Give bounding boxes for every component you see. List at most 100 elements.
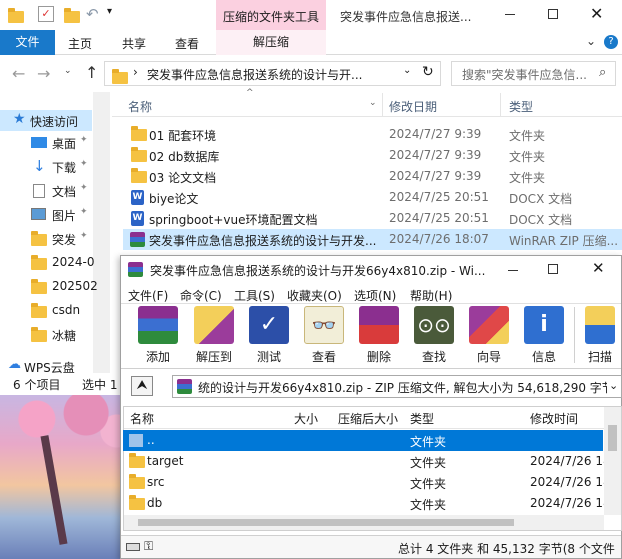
archive-path-field[interactable]: 统的设计与开发66y4x810.zip - ZIP 压缩文件, 解包大小为 54…	[172, 375, 622, 398]
column-dropdown-icon[interactable]: ⌄	[369, 98, 377, 108]
forward-icon[interactable]: →	[37, 64, 50, 83]
scan-button[interactable]: 扫描	[578, 303, 622, 364]
nav-documents[interactable]: 文档 ✦	[0, 180, 92, 201]
list-item[interactable]: Wbiye论文 2024/7/25 20:51 DOCX 文档	[123, 187, 622, 208]
nav-folder-tufa[interactable]: 突发 ✦	[0, 228, 92, 249]
add-button[interactable]: 添加	[133, 303, 183, 364]
winrar-title: 突发事件应急信息报送系统的设计与开发66y4x810.zip - Wi...	[150, 264, 486, 278]
documents-icon	[33, 184, 45, 198]
row-type: 文件夹	[410, 477, 447, 491]
list-item-selected[interactable]: 突发事件应急信息报送系统的设计与开发... 2024/7/26 18:07 WinR…	[123, 229, 622, 250]
view-button[interactable]: 👓 查看	[299, 303, 349, 364]
delete-button[interactable]: 删除	[354, 303, 404, 364]
breadcrumb[interactable]: 突发事件应急信息报送系统的设计与开...	[147, 66, 362, 83]
close-button[interactable]: ✕	[590, 4, 603, 23]
nav-quick-access[interactable]: ★ 快速访问	[0, 110, 92, 131]
properties-icon[interactable]: ✓	[38, 6, 54, 22]
path-dropdown-icon[interactable]: ⌄	[607, 379, 619, 392]
row-modified: 2024/7/26 18	[530, 475, 611, 489]
folder-icon[interactable]	[8, 7, 24, 23]
nav-pictures[interactable]: 图片 ✦	[0, 204, 92, 225]
quick-access-dropdown-icon[interactable]: ▾	[107, 6, 112, 17]
test-button[interactable]: ✓ 测试	[244, 303, 294, 364]
tab-share[interactable]: 共享	[122, 35, 146, 52]
find-button[interactable]: ⊙⊙ 查找	[409, 303, 459, 364]
up-icon[interactable]: ↑	[85, 63, 98, 82]
window-title: 突发事件应急信息报送...	[340, 10, 472, 24]
folder-icon	[129, 474, 145, 489]
folder-icon	[31, 327, 47, 342]
winrar-close-button[interactable]: ✕	[592, 259, 605, 277]
winrar-minimize-button[interactable]	[508, 270, 518, 271]
file-name: 02 db数据库	[149, 150, 220, 164]
nav-scrollbar[interactable]	[93, 92, 110, 373]
scroll-thumb[interactable]	[608, 425, 617, 451]
winrar-vertical-scrollbar[interactable]	[604, 407, 621, 515]
winrar-maximize-button[interactable]	[548, 264, 558, 274]
table-row[interactable]: target 文件夹 2024/7/26 18	[123, 451, 611, 472]
nav-folder-2024[interactable]: 2024-0	[0, 252, 95, 273]
nav-desktop[interactable]: 桌面 ✦	[0, 132, 92, 153]
new-folder-icon[interactable]	[64, 7, 80, 23]
file-date: 2024/7/25 20:51	[389, 190, 489, 204]
wizard-icon	[469, 306, 509, 344]
refresh-icon[interactable]: ↻	[422, 64, 434, 80]
maximize-button[interactable]	[548, 9, 558, 19]
back-icon[interactable]: ←	[12, 64, 25, 83]
winrar-menu-help[interactable]: 帮助(H)	[410, 287, 452, 304]
winrar-horizontal-scrollbar[interactable]	[124, 515, 604, 530]
column-date[interactable]: 修改日期	[389, 98, 437, 115]
list-item[interactable]: 01 配套环境 2024/7/27 9:39 文件夹	[123, 124, 622, 145]
address-bar[interactable]: › 突发事件应急信息报送系统的设计与开... ⌄ ↻	[104, 61, 441, 86]
nav-folder-csdn[interactable]: csdn	[0, 300, 92, 321]
winrar-column-size[interactable]: 大小	[294, 410, 318, 427]
column-header-row	[112, 92, 622, 117]
button-label: 测试	[256, 350, 281, 364]
search-input[interactable]: 搜索"突发事件应急信...	[462, 66, 587, 83]
search-box[interactable]: 搜索"突发事件应急信... ⌕	[451, 61, 616, 86]
address-dropdown-icon[interactable]: ⌄	[403, 65, 411, 76]
winrar-column-packed[interactable]: 压缩后大小	[338, 410, 398, 427]
winrar-column-modified[interactable]: 修改时间	[530, 410, 578, 427]
button-label: 解压到	[195, 350, 232, 364]
undo-icon[interactable]: ↶	[86, 5, 99, 23]
status-item-count: 6 个项目	[13, 378, 61, 392]
nav-downloads[interactable]: ↓ 下载 ✦	[0, 156, 92, 177]
winrar-menu-command[interactable]: 命令(C)	[180, 287, 222, 304]
up-one-level-button[interactable]: ⮝	[131, 376, 153, 396]
context-tab-header: 压缩的文件夹工具	[216, 0, 326, 30]
list-item[interactable]: Wspringboot+vue环境配置文档 2024/7/25 20:51 DOCX…	[123, 208, 622, 229]
scroll-thumb[interactable]	[138, 519, 514, 526]
recent-locations-icon[interactable]: ⌄	[64, 66, 72, 76]
table-row-parent[interactable]: .. 文件夹	[123, 430, 603, 451]
row-type: 文件夹	[410, 456, 447, 470]
list-item[interactable]: 02 db数据库 2024/7/27 9:39 文件夹	[123, 145, 622, 166]
nav-folder-202502[interactable]: 202502	[0, 276, 98, 297]
minimize-button[interactable]	[505, 14, 515, 15]
tab-view[interactable]: 查看	[175, 35, 199, 52]
winrar-column-type[interactable]: 类型	[410, 410, 434, 427]
winrar-menu-options[interactable]: 选项(N)	[354, 287, 396, 304]
folder-icon	[131, 126, 147, 141]
tab-file[interactable]: 文件	[0, 30, 55, 55]
column-name[interactable]: 名称	[128, 98, 152, 115]
extract-to-button[interactable]: 解压到	[189, 303, 239, 364]
column-type[interactable]: 类型	[509, 98, 533, 115]
table-row[interactable]: src 文件夹 2024/7/26 18	[123, 472, 611, 493]
help-icon[interactable]: ?	[604, 35, 618, 49]
nav-wps-cloud[interactable]: ☁ WPS云盘	[0, 356, 92, 377]
winrar-menu-favorites[interactable]: 收藏夹(O)	[287, 287, 342, 304]
tab-home[interactable]: 主页	[68, 35, 92, 52]
wizard-button[interactable]: 向导	[464, 303, 514, 364]
winrar-column-name[interactable]: 名称	[130, 410, 154, 427]
winrar-menu-tools[interactable]: 工具(S)	[234, 287, 275, 304]
pin-icon: ✦	[80, 207, 88, 217]
info-button[interactable]: i 信息	[519, 303, 569, 364]
table-row[interactable]: db 文件夹 2024/7/26 18	[123, 493, 611, 514]
tab-extract[interactable]: 解压缩	[216, 30, 326, 55]
winrar-menu-file[interactable]: 文件(F)	[128, 287, 168, 304]
nav-folder-bingtang[interactable]: 冰糖	[0, 324, 92, 345]
ribbon-expand-icon[interactable]: ⌄	[586, 34, 596, 48]
list-item[interactable]: 03 论文文档 2024/7/27 9:39 文件夹	[123, 166, 622, 187]
column-divider	[382, 93, 383, 116]
